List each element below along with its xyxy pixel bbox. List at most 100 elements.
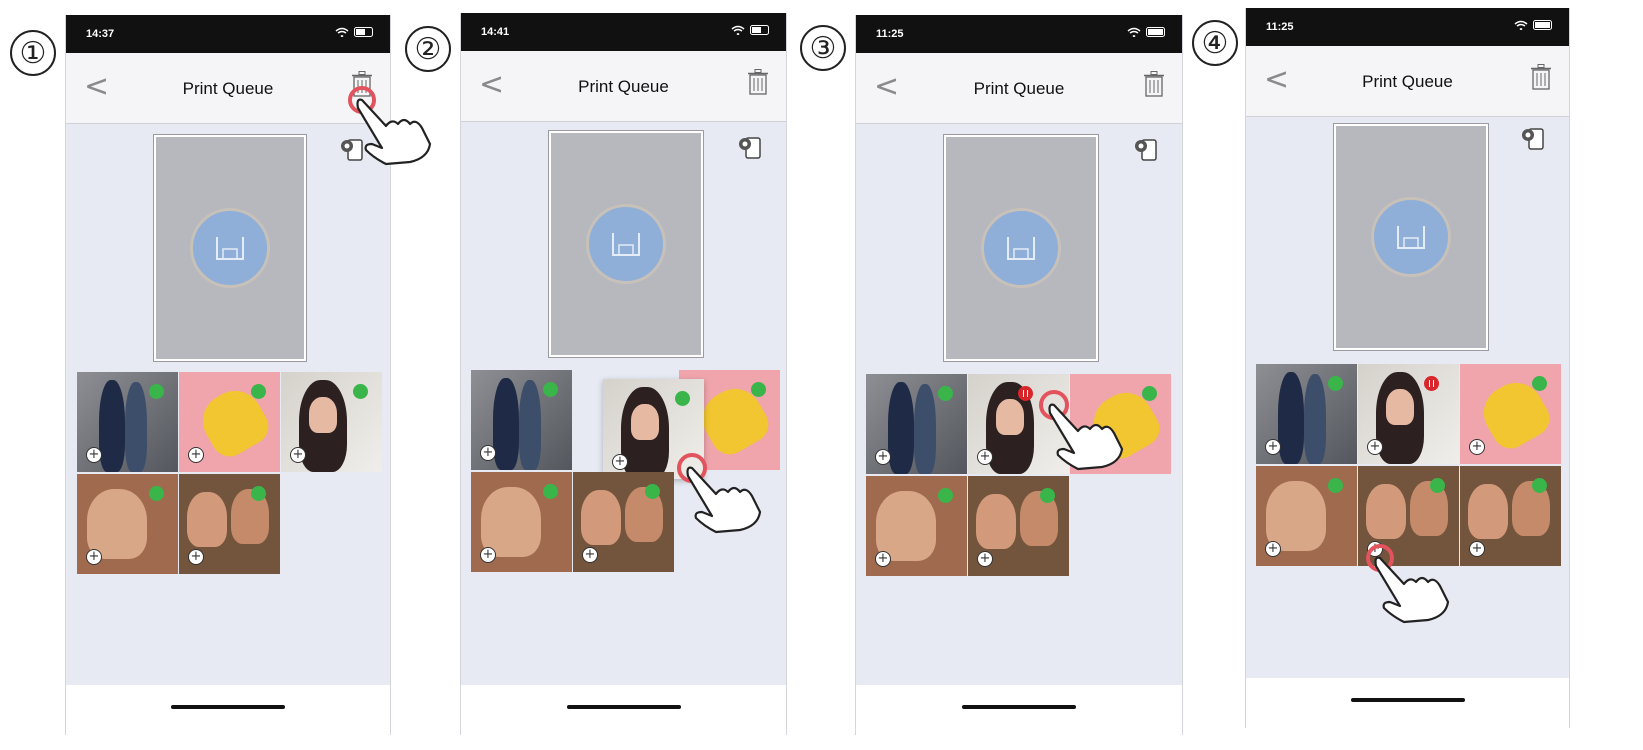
queue-thumbnail[interactable]: + <box>281 372 382 472</box>
add-icon[interactable]: + <box>480 445 496 461</box>
step-number-3: ③ <box>800 25 846 71</box>
status-dot-icon <box>353 384 368 399</box>
nav-bar: < Print Queue <box>856 53 1182 124</box>
phone-screen-step-4: 11:25 < Print Queue + + + + + + <box>1245 8 1570 728</box>
printer-icon <box>190 208 270 288</box>
status-dot-icon <box>1532 478 1547 493</box>
print-preview[interactable] <box>1333 123 1489 351</box>
home-indicator[interactable] <box>171 705 285 709</box>
queue-thumbnail[interactable]: + <box>1460 466 1561 566</box>
add-icon[interactable]: + <box>480 547 496 563</box>
home-indicator-area <box>856 685 1182 735</box>
battery-icon <box>354 27 373 37</box>
queue-thumbnail[interactable]: + <box>866 476 967 576</box>
queue-thumbnail[interactable]: + <box>1358 466 1459 566</box>
add-icon[interactable]: + <box>1265 541 1281 557</box>
status-icons <box>731 25 772 35</box>
queue-thumbnail[interactable] <box>1070 374 1171 474</box>
add-icon[interactable]: + <box>1367 541 1383 557</box>
home-indicator[interactable] <box>1350 698 1465 702</box>
wifi-icon <box>335 27 349 37</box>
status-dot-icon <box>1328 478 1343 493</box>
status-dot-icon <box>938 488 953 503</box>
queue-thumbnail[interactable]: + <box>471 472 572 572</box>
queue-thumbnail[interactable]: + <box>866 374 967 474</box>
queue-thumbnail[interactable]: + <box>1460 364 1561 464</box>
status-dot-icon <box>251 486 266 501</box>
queue-thumbnail[interactable]: + <box>1256 364 1357 464</box>
queue-thumbnail-dragging[interactable]: + <box>603 379 704 479</box>
trash-icon[interactable] <box>1144 71 1164 97</box>
queue-thumbnail[interactable]: + <box>968 476 1069 576</box>
status-dot-icon <box>543 484 558 499</box>
status-time: 11:25 <box>1266 21 1294 33</box>
trash-icon[interactable] <box>1531 64 1551 90</box>
status-dot-icon <box>751 382 766 397</box>
home-indicator[interactable] <box>962 705 1076 709</box>
add-icon[interactable]: + <box>86 447 102 463</box>
add-icon[interactable]: + <box>1469 541 1485 557</box>
step-number-1: ① <box>10 30 56 76</box>
status-bar: 14:37 <box>66 15 390 53</box>
home-indicator[interactable] <box>566 705 681 709</box>
battery-icon <box>750 25 769 35</box>
trash-icon[interactable] <box>748 69 768 95</box>
status-icons <box>335 27 376 37</box>
add-icon[interactable]: + <box>875 551 891 567</box>
wifi-icon <box>1514 20 1528 30</box>
queue-thumbnail-paused[interactable]: + <box>1358 364 1459 464</box>
phone-screen-step-2: 14:41 < Print Queue + + + + <box>460 13 787 735</box>
add-icon[interactable]: + <box>582 547 598 563</box>
status-dot-icon <box>543 382 558 397</box>
status-dot-icon <box>938 386 953 401</box>
queue-thumbnail[interactable]: + <box>77 372 178 472</box>
copies-icon[interactable] <box>737 135 763 161</box>
page-title: Print Queue <box>578 77 669 96</box>
printer-icon <box>981 208 1061 288</box>
page-title: Print Queue <box>973 79 1065 98</box>
print-preview[interactable] <box>943 134 1099 362</box>
status-dot-icon <box>1142 386 1157 401</box>
wifi-icon <box>731 25 745 35</box>
queue-thumbnail-paused[interactable]: + <box>968 374 1069 474</box>
add-icon[interactable]: + <box>1367 439 1383 455</box>
copies-icon[interactable] <box>1520 126 1546 152</box>
print-preview[interactable] <box>548 130 704 358</box>
nav-bar: < Print Queue <box>66 53 390 124</box>
status-bar: 14:41 <box>461 13 786 51</box>
status-time: 14:37 <box>86 28 115 40</box>
queue-thumbnail[interactable]: + <box>1256 466 1357 566</box>
add-icon[interactable]: + <box>612 454 628 470</box>
status-dot-icon <box>675 391 690 406</box>
trash-icon[interactable] <box>352 71 372 97</box>
printer-icon <box>1371 197 1451 277</box>
copies-icon[interactable] <box>339 137 365 163</box>
add-icon[interactable]: + <box>290 447 306 463</box>
add-icon[interactable]: + <box>86 549 102 565</box>
add-icon[interactable]: + <box>977 449 993 465</box>
nav-bar: < Print Queue <box>461 51 786 122</box>
copies-icon[interactable] <box>1133 137 1159 163</box>
printer-icon <box>586 204 666 284</box>
pause-icon[interactable] <box>1424 376 1439 391</box>
status-time: 11:25 <box>876 28 904 40</box>
queue-thumbnail[interactable]: + <box>179 372 280 472</box>
print-preview[interactable] <box>153 134 307 362</box>
queue-thumbnail[interactable]: + <box>179 474 280 574</box>
add-icon[interactable]: + <box>875 449 891 465</box>
add-icon[interactable]: + <box>1265 439 1281 455</box>
page-title: Print Queue <box>182 79 274 98</box>
add-icon[interactable]: + <box>977 551 993 567</box>
status-time: 14:41 <box>481 26 510 38</box>
add-icon[interactable]: + <box>188 549 204 565</box>
status-icons <box>1514 20 1555 30</box>
status-dot-icon <box>251 384 266 399</box>
queue-thumbnail[interactable]: + <box>573 472 674 572</box>
queue-thumbnail[interactable]: + <box>77 474 178 574</box>
battery-icon <box>1533 20 1552 30</box>
add-icon[interactable]: + <box>1469 439 1485 455</box>
queue-thumbnail[interactable]: + <box>471 370 572 470</box>
add-icon[interactable]: + <box>188 447 204 463</box>
step-number-2: ② <box>405 26 451 72</box>
pause-icon[interactable] <box>1018 386 1033 401</box>
